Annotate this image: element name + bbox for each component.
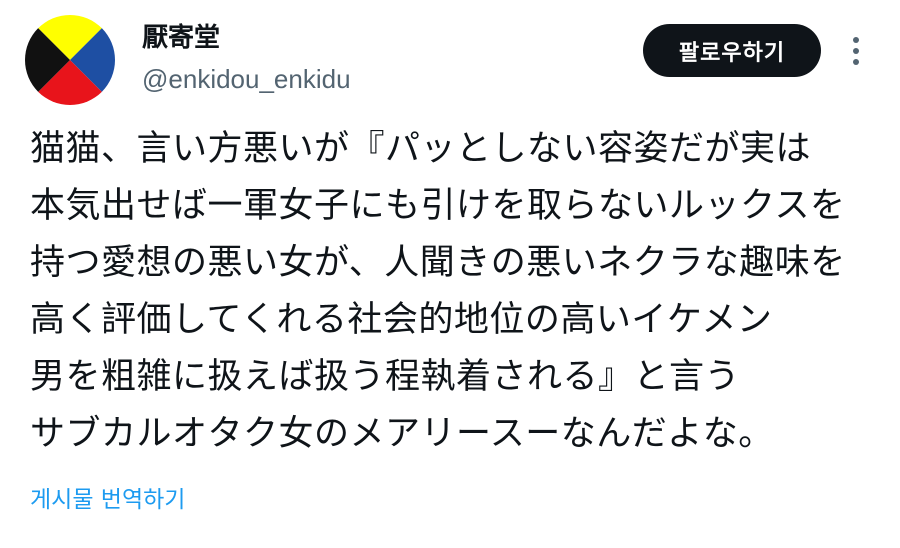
follow-button[interactable]: 팔로우하기: [643, 24, 821, 77]
post-text-line: 高く評価してくれる社会的地位の高いイケメン: [30, 300, 773, 340]
vertical-dots-icon[interactable]: [846, 34, 866, 68]
user-handle[interactable]: @enkidou_enkidu: [142, 62, 351, 96]
display-name[interactable]: 厭寄堂: [142, 20, 220, 56]
post-text-line: サブカルオタク女のメアリースーなんだよな。: [30, 414, 774, 454]
post-text-line: 本気出せば一軍女子にも引けを取らないルックスを: [30, 186, 846, 226]
quadrant-circle-avatar-icon: [25, 15, 115, 105]
avatar[interactable]: [25, 15, 115, 105]
post-text-line: 猫猫、言い方悪いが『パッとしない容姿だが実は: [30, 129, 812, 169]
translate-post-link[interactable]: 게시물 번역하기: [30, 484, 185, 516]
post-text: 猫猫、言い方悪いが『パッとしない容姿だが実は 本気出せば一軍女子にも引けを取らな…: [30, 121, 880, 463]
post-text-line: 持つ愛想の悪い女が、人聞きの悪いネクラな趣味を: [30, 243, 846, 283]
post-text-line: 男を粗雑に扱えば扱う程執着される』と言う: [30, 357, 741, 397]
